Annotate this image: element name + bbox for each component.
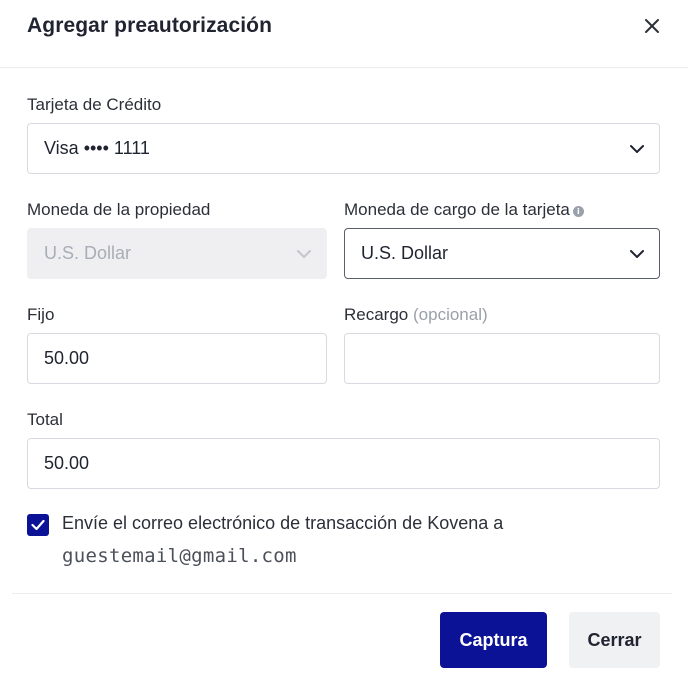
property-currency-select: U.S. Dollar [27, 228, 327, 279]
chevron-down-icon [297, 249, 311, 258]
fixed-value: 50.00 [44, 348, 90, 368]
credit-card-value: Visa •••• 1111 [44, 138, 150, 158]
credit-card-label: Tarjeta de Crédito [27, 95, 162, 114]
footer-divider [12, 593, 672, 594]
total-input[interactable]: 50.00 [27, 438, 660, 489]
fixed-input[interactable]: 50.00 [27, 333, 327, 384]
charge-currency-label: Moneda de cargo de la tarjeta [344, 200, 570, 219]
dialog-title: Agregar preautorización [27, 14, 273, 37]
charge-currency-select[interactable]: U.S. Dollar [344, 228, 660, 279]
chevron-down-icon [630, 249, 644, 258]
chevron-down-icon [630, 144, 644, 153]
credit-card-select[interactable]: Visa •••• 1111 [27, 123, 660, 174]
surcharge-label-wrap: Recargo (opcional) [344, 305, 488, 325]
surcharge-optional-hint: (opcional) [413, 305, 488, 324]
total-label: Total [27, 410, 63, 429]
fixed-label: Fijo [27, 305, 55, 324]
guest-email: guestemail@gmail.com [62, 545, 297, 567]
dialog-header: Agregar preautorización [0, 0, 688, 68]
charge-currency-label-wrap: Moneda de cargo de la tarjeta i [344, 200, 584, 220]
surcharge-label: Recargo [344, 305, 409, 324]
close-icon[interactable] [636, 10, 668, 42]
info-icon[interactable]: i [572, 206, 584, 217]
send-email-text: Envíe el correo electrónico de transacci… [62, 513, 504, 533]
total-value: 50.00 [44, 453, 90, 473]
surcharge-input[interactable] [344, 333, 660, 384]
send-email-checkbox[interactable] [27, 514, 49, 536]
charge-currency-value: U.S. Dollar [361, 243, 449, 263]
capture-button[interactable]: Captura [440, 612, 547, 668]
checkmark-icon [31, 519, 45, 531]
close-button[interactable]: Cerrar [569, 612, 660, 668]
property-currency-label: Moneda de la propiedad [27, 200, 211, 219]
preauthorization-dialog: Agregar preautorización Tarjeta de Crédi… [0, 0, 688, 689]
property-currency-value: U.S. Dollar [44, 243, 132, 263]
